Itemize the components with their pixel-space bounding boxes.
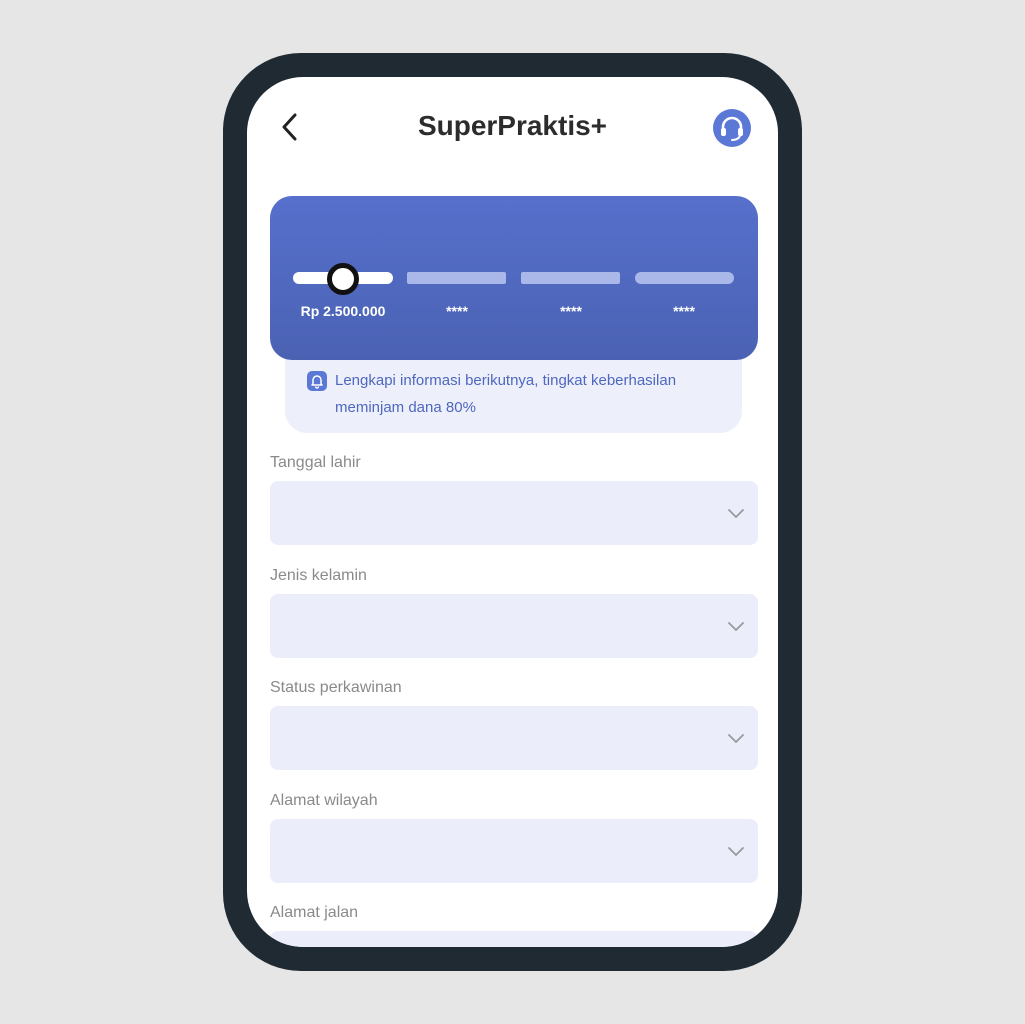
step-label-3: **** [560, 303, 582, 319]
street-address-label: Alamat jalan [270, 904, 359, 921]
birth-date-select[interactable] [270, 481, 758, 545]
step-label-1: Rp 2.500.000 [300, 303, 386, 319]
progress-segment-3 [521, 272, 620, 284]
birth-date-label: Tanggal lahir [270, 454, 361, 471]
gender-select[interactable] [270, 594, 758, 658]
chevron-down-icon [728, 847, 744, 856]
progress-slider-handle[interactable] [327, 263, 359, 295]
chevron-down-icon [728, 734, 744, 743]
chevron-down-icon [728, 622, 744, 631]
step-label-4: **** [673, 303, 695, 319]
progress-segment-4 [635, 272, 734, 284]
header: SuperPraktis+ [247, 77, 778, 187]
street-address-input[interactable] [270, 931, 758, 947]
step-label-2: **** [446, 303, 468, 319]
notice-text: Lengkapi informasi berikutnya, tingkat k… [335, 372, 677, 416]
gender-label: Jenis kelamin [270, 567, 367, 584]
phone-frame: SuperPraktis+ Rp 2.500.000 **** **** ***… [223, 53, 802, 971]
marital-status-select[interactable] [270, 706, 758, 770]
region-address-select[interactable] [270, 819, 758, 883]
loan-progress-card: Rp 2.500.000 **** **** **** [270, 196, 758, 360]
marital-status-label: Status perkawinan [270, 679, 402, 696]
app-screen: SuperPraktis+ Rp 2.500.000 **** **** ***… [247, 77, 778, 947]
region-address-label: Alamat wilayah [270, 792, 378, 809]
customer-support-button[interactable] [713, 109, 751, 147]
chevron-down-icon [728, 509, 744, 518]
page-title: SuperPraktis+ [417, 110, 608, 141]
headset-icon [721, 116, 743, 141]
progress-segment-2 [407, 272, 506, 284]
bell-icon [307, 371, 327, 391]
